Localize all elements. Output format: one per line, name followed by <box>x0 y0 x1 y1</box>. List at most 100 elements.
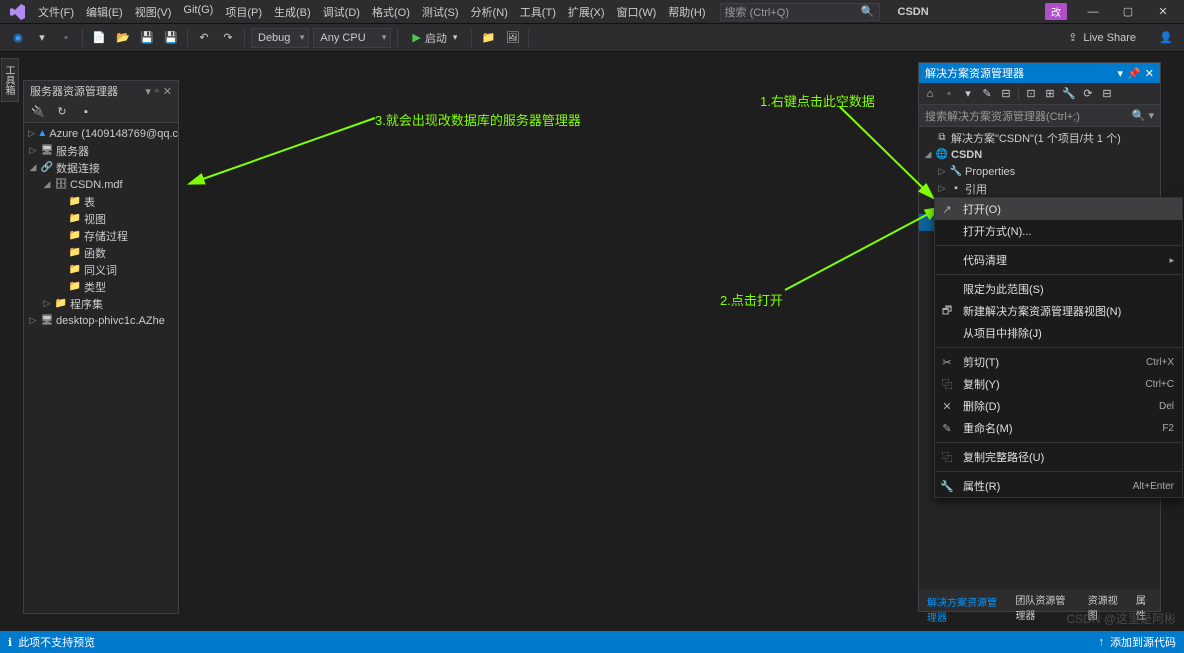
sol-node[interactable]: ◢🌐CSDN <box>919 146 1160 163</box>
menu-工具(T)[interactable]: 工具(T) <box>514 4 562 20</box>
platform-dropdown[interactable]: Any CPU <box>313 28 391 48</box>
ctx-item[interactable]: ↗打开(O) <box>935 198 1182 220</box>
status-right[interactable]: 添加到源代码 <box>1110 634 1176 650</box>
stop-icon[interactable]: ▪ <box>76 102 96 122</box>
panel-tab[interactable]: 资源视图 <box>1080 589 1128 611</box>
tb-i8[interactable]: ⊟ <box>1100 87 1114 100</box>
search-placeholder: 搜索 (Ctrl+Q) <box>725 4 789 20</box>
tree-node[interactable]: 📁视图 <box>24 210 178 227</box>
menu-窗口(W)[interactable]: 窗口(W) <box>611 4 663 20</box>
ctx-item[interactable]: 从项目中排除(J) <box>935 322 1182 344</box>
sol-node[interactable]: ▷🔧Properties <box>919 163 1160 180</box>
source-control-icon[interactable]: ↑ <box>1099 636 1105 648</box>
menu-帮助(H)[interactable]: 帮助(H) <box>662 4 711 20</box>
tree-node[interactable]: ▷📁程序集 <box>24 295 178 312</box>
solution-panel-tabs: 解决方案资源管理器团队资源管理器资源视图属性 <box>919 589 1160 611</box>
tree-node[interactable]: ◢🗄CSDN.mdf <box>24 176 178 193</box>
ctx-item[interactable]: 代码清理▸ <box>935 249 1182 271</box>
project-name-label: CSDN <box>898 6 929 18</box>
tb-i3[interactable]: ⊟ <box>999 87 1013 100</box>
sol-node[interactable]: ▷▪引用 <box>919 180 1160 197</box>
menu-编辑(E)[interactable]: 编辑(E) <box>80 4 129 20</box>
server-panel-toolbar: 🔌 ↻ ▪ <box>24 101 178 123</box>
toolbox-side-tab[interactable]: 工具箱 <box>1 58 19 102</box>
menu-项目(P)[interactable]: 项目(P) <box>219 4 268 20</box>
ctx-item[interactable]: ⿻复制(Y)Ctrl+C <box>935 373 1182 395</box>
tb-i7[interactable]: ⟳ <box>1081 87 1095 100</box>
minimize-button[interactable]: — <box>1076 0 1110 24</box>
solution-toolbar: ⌂◦▾ ✎⊟ ⊡⊞ 🔧⟳ ⊟ <box>919 83 1160 105</box>
notification-badge[interactable]: 改 <box>1045 3 1067 20</box>
panel-tab[interactable]: 解决方案资源管理器 <box>919 589 1007 611</box>
menu-文件(F)[interactable]: 文件(F) <box>32 4 80 20</box>
search-icon: 🔍 ▾ <box>1132 109 1154 122</box>
nav-back-button[interactable]: ◉ <box>8 28 28 48</box>
ctx-item[interactable]: 🗗新建解决方案资源管理器视图(N) <box>935 300 1182 322</box>
save-button[interactable]: 💾 <box>137 28 157 48</box>
search-box[interactable]: 搜索 (Ctrl+Q) 🔍 <box>720 3 880 21</box>
connect-icon[interactable]: 🔌 <box>28 102 48 122</box>
tree-node[interactable]: 📁同义词 <box>24 261 178 278</box>
arrow-3 <box>180 100 440 200</box>
menu-分析(N)[interactable]: 分析(N) <box>465 4 514 20</box>
solution-search[interactable]: 搜索解决方案资源管理器(Ctrl+;) 🔍 ▾ <box>919 105 1160 127</box>
ctx-item[interactable]: ✂剪切(T)Ctrl+X <box>935 351 1182 373</box>
tb-i1[interactable]: ◦ <box>942 88 956 100</box>
tb-i5[interactable]: ⊞ <box>1043 87 1057 100</box>
start-debug-button[interactable]: ▶启动▾ <box>404 28 465 48</box>
menu-生成(B)[interactable]: 生成(B) <box>268 4 317 20</box>
nav-fwd2-button[interactable]: ◦ <box>56 28 76 48</box>
dropdown-icon[interactable]: ▾ <box>1118 67 1124 80</box>
tb-i2[interactable]: ✎ <box>980 87 994 100</box>
maximize-button[interactable]: ▢ <box>1111 0 1145 24</box>
nav-fwd-button[interactable]: ▾ <box>32 28 52 48</box>
ctx-item[interactable]: 🔧属性(R)Alt+Enter <box>935 475 1182 497</box>
new-button[interactable]: 📄 <box>89 28 109 48</box>
ctx-item[interactable]: ⿻复制完整路径(U) <box>935 446 1182 468</box>
tree-node[interactable]: ▷🖥desktop-phivc1c.AZhe <box>24 312 178 329</box>
ctx-item[interactable]: 限定为此范围(S) <box>935 278 1182 300</box>
pin-icon[interactable]: ▫ <box>155 85 159 98</box>
panel-tab[interactable]: 属性 <box>1128 589 1160 611</box>
dropdown-icon[interactable]: ▾ <box>145 85 151 98</box>
menu-Git(G)[interactable]: Git(G) <box>177 4 219 20</box>
liveshare-button[interactable]: ⇪Live Share <box>1060 31 1144 44</box>
ctx-item[interactable]: ✕删除(D)Del <box>935 395 1182 417</box>
menu-测试(S)[interactable]: 测试(S) <box>416 4 465 20</box>
panel-tab[interactable]: 团队资源管理器 <box>1007 589 1079 611</box>
menu-扩展(X)[interactable]: 扩展(X) <box>562 4 611 20</box>
tool-btn-1[interactable]: 📁 <box>478 28 498 48</box>
close-button[interactable]: ✕ <box>1146 0 1180 24</box>
tree-node[interactable]: ◢🔗数据连接 <box>24 159 178 176</box>
ctx-item[interactable]: ✎重命名(M)F2 <box>935 417 1182 439</box>
tree-node[interactable]: 📁表 <box>24 193 178 210</box>
watermark: CSDN @这里是阿彬 <box>1066 610 1176 627</box>
tree-node[interactable]: ▷▲Azure (1409148769@qq.c <box>24 125 178 142</box>
ctx-item[interactable]: 打开方式(N)... <box>935 220 1182 242</box>
tree-node[interactable]: 📁存储过程 <box>24 227 178 244</box>
tb-i6[interactable]: 🔧 <box>1062 87 1076 100</box>
save-all-button[interactable]: 💾 <box>161 28 181 48</box>
close-panel-icon[interactable]: ✕ <box>1145 67 1154 80</box>
redo-button[interactable]: ↷ <box>218 28 238 48</box>
arrow-1 <box>780 105 940 205</box>
account-icon[interactable]: 👤 <box>1156 28 1176 48</box>
tb-i4[interactable]: ⊡ <box>1024 87 1038 100</box>
close-panel-icon[interactable]: ✕ <box>163 85 172 98</box>
tree-node[interactable]: 📁类型 <box>24 278 178 295</box>
home-icon[interactable]: ⌂ <box>923 88 937 100</box>
undo-button[interactable]: ↶ <box>194 28 214 48</box>
server-tree: ▷▲Azure (1409148769@qq.c▷🖥服务器◢🔗数据连接◢🗄CSD… <box>24 123 178 331</box>
tree-node[interactable]: 📁函数 <box>24 244 178 261</box>
open-button[interactable]: 📂 <box>113 28 133 48</box>
menu-bar: 文件(F)编辑(E)视图(V)Git(G)项目(P)生成(B)调试(D)格式(O… <box>0 0 1184 24</box>
config-dropdown[interactable]: Debug <box>251 28 309 48</box>
sol-node[interactable]: ⧉解决方案"CSDN"(1 个项目/共 1 个) <box>919 129 1160 146</box>
tool-btn-2[interactable]: 🖼 <box>502 28 522 48</box>
tree-node[interactable]: ▷🖥服务器 <box>24 142 178 159</box>
menu-格式(O)[interactable]: 格式(O) <box>366 4 416 20</box>
menu-视图(V)[interactable]: 视图(V) <box>129 4 178 20</box>
pin-icon[interactable]: 📌 <box>1127 67 1141 80</box>
menu-调试(D)[interactable]: 调试(D) <box>317 4 366 20</box>
refresh-icon[interactable]: ↻ <box>52 102 72 122</box>
